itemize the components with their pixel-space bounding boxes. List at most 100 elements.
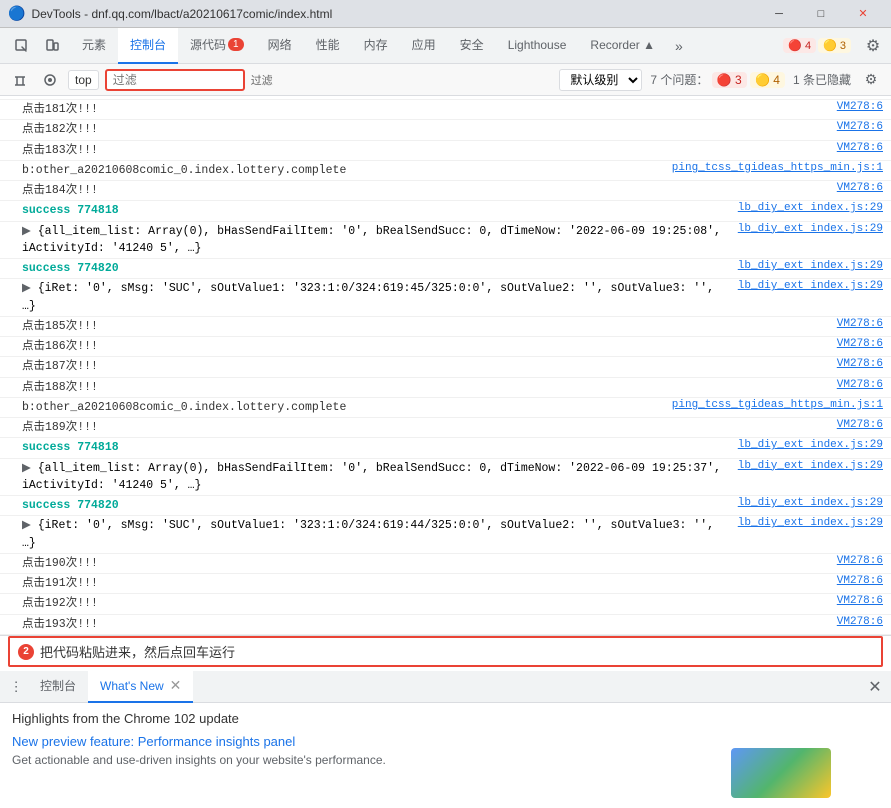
- context-selector[interactable]: top: [68, 70, 99, 90]
- console-row-link[interactable]: VM278:6: [829, 318, 883, 330]
- table-row: ▶ {all_item_list: Array(0), bHasSendFail…: [0, 222, 891, 260]
- issues-badge[interactable]: 🔴 4 🟡 3: [777, 36, 857, 55]
- console-row-link[interactable]: VM278:6: [829, 101, 883, 113]
- empty-arrow: [8, 399, 22, 401]
- console-row-link[interactable]: ping_tcss_tgideas_https_min.js:1: [664, 162, 883, 174]
- console-row-text: success 774818: [22, 439, 730, 456]
- nav-tabs: 元素 控制台 源代码 1 网络 性能 内存 应用 安全 Lighthouse R…: [70, 28, 691, 64]
- table-row: b:other_a20210608comic_0.index.lottery.c…: [0, 161, 891, 181]
- tab-application[interactable]: 应用: [400, 28, 448, 64]
- console-row-text: 点击188次!!!: [22, 379, 829, 396]
- console-hint: 把代码粘贴进来，然后点回车运行: [40, 642, 235, 661]
- titlebar: 🔵 DevTools - dnf.qq.com/lbact/a20210617c…: [0, 0, 891, 28]
- table-row: b:other_a20210608comic_0.index.lottery.c…: [0, 398, 891, 418]
- console-row-text: 点击187次!!!: [22, 358, 829, 375]
- feature-link[interactable]: New preview feature: Performance insight…: [12, 734, 879, 749]
- close-button[interactable]: ✕: [843, 0, 883, 28]
- bottom-tab-whatsnew[interactable]: What's New ✕: [88, 671, 193, 703]
- empty-arrow: [8, 555, 22, 557]
- empty-arrow: [8, 162, 22, 164]
- console-settings-button[interactable]: [38, 68, 62, 92]
- console-row-link[interactable]: lb_diy_ext index.js:29: [730, 260, 883, 272]
- console-row-link[interactable]: lb_diy_ext index.js:29: [730, 202, 883, 214]
- console-row-link[interactable]: VM278:6: [829, 358, 883, 370]
- tab-sources[interactable]: 源代码 1: [178, 28, 256, 64]
- console-row-link[interactable]: ping_tcss_tgideas_https_min.js:1: [664, 399, 883, 411]
- console-row-text: 点击184次!!!: [22, 182, 829, 199]
- titlebar-title: DevTools - dnf.qq.com/lbact/a20210617com…: [31, 7, 753, 21]
- table-row: 点击181次!!!VM278:6: [0, 100, 891, 120]
- console-row-link[interactable]: lb_diy_ext index.js:29: [730, 517, 883, 529]
- console-row-link[interactable]: lb_diy_ext index.js:29: [730, 439, 883, 451]
- more-tabs-button[interactable]: »: [667, 28, 691, 64]
- issues-red-count: 🔴 3: [712, 72, 747, 88]
- console-row-link[interactable]: lb_diy_ext index.js:29: [730, 280, 883, 292]
- table-row: 点击193次!!!VM278:6: [0, 615, 891, 635]
- table-row: 点击188次!!!VM278:6: [0, 378, 891, 398]
- console-row-text: 点击183次!!!: [22, 142, 829, 159]
- console-row-text: ▶ {iRet: '0', sMsg: 'SUC', sOutValue1: '…: [22, 280, 730, 315]
- console-row-text: success 774818: [22, 202, 730, 219]
- console-row-text: 点击191次!!!: [22, 575, 829, 592]
- empty-arrow: [8, 575, 22, 577]
- console-row-link[interactable]: VM278:6: [829, 338, 883, 350]
- expand-arrow[interactable]: [8, 460, 22, 462]
- console-row-link[interactable]: VM278:6: [829, 575, 883, 587]
- console-row-text: 点击189次!!!: [22, 419, 829, 436]
- console-row-link[interactable]: lb_diy_ext index.js:29: [730, 223, 883, 235]
- console-row-text: success 774820: [22, 260, 730, 277]
- console-filter-input[interactable]: [105, 69, 245, 91]
- tab-performance[interactable]: 性能: [304, 28, 352, 64]
- tab-lighthouse[interactable]: Lighthouse: [496, 28, 579, 64]
- bottom-menu-button[interactable]: ⋮: [4, 675, 28, 699]
- empty-arrow: [8, 182, 22, 184]
- empty-arrow: [8, 379, 22, 381]
- empty-arrow: [8, 358, 22, 360]
- console-row-link[interactable]: VM278:6: [829, 555, 883, 567]
- empty-arrow: [8, 318, 22, 320]
- console-row-link[interactable]: VM278:6: [829, 142, 883, 154]
- console-row-link[interactable]: VM278:6: [829, 182, 883, 194]
- table-row: ▶ {all_item_list: Array(0), bHasSendFail…: [0, 459, 891, 497]
- console-row-link[interactable]: lb_diy_ext index.js:29: [730, 460, 883, 472]
- expand-arrow[interactable]: [8, 517, 22, 519]
- console-row-text: 点击185次!!!: [22, 318, 829, 335]
- console-row-link[interactable]: VM278:6: [829, 379, 883, 391]
- table-row: 点击183次!!!VM278:6: [0, 141, 891, 161]
- tab-security[interactable]: 安全: [448, 28, 496, 64]
- minimize-button[interactable]: ─: [759, 0, 799, 28]
- table-row: success 774820lb_diy_ext index.js:29: [0, 496, 891, 516]
- tab-console[interactable]: 控制台: [118, 28, 178, 64]
- table-row: 点击192次!!!VM278:6: [0, 594, 891, 614]
- console-row-text: b:other_a20210608comic_0.index.lottery.c…: [22, 162, 664, 179]
- empty-arrow: [8, 121, 22, 123]
- inspect-icon[interactable]: [8, 32, 36, 60]
- tab-network[interactable]: 网络: [256, 28, 304, 64]
- tab-memory[interactable]: 内存: [352, 28, 400, 64]
- expand-arrow[interactable]: [8, 280, 22, 282]
- empty-arrow: [8, 338, 22, 340]
- toolbar-right: 默认级别 7 个问题： 🔴 3 🟡 4 1 条已隐藏 ⚙: [559, 68, 883, 92]
- console-row-link[interactable]: VM278:6: [829, 595, 883, 607]
- console-row-link[interactable]: lb_diy_ext index.js:29: [730, 497, 883, 509]
- tab-elements[interactable]: 元素: [70, 28, 118, 64]
- console-gear-button[interactable]: ⚙: [859, 68, 883, 92]
- bottom-tab-console[interactable]: 控制台: [28, 671, 88, 703]
- console-row-link[interactable]: VM278:6: [829, 121, 883, 133]
- console-row-link[interactable]: VM278:6: [829, 419, 883, 431]
- log-level-select[interactable]: 默认级别: [559, 69, 642, 91]
- table-row: success 774818lb_diy_ext index.js:29: [0, 438, 891, 458]
- maximize-button[interactable]: □: [801, 0, 841, 28]
- settings-button[interactable]: ⚙: [859, 32, 887, 60]
- table-row: 点击191次!!!VM278:6: [0, 574, 891, 594]
- close-bottom-panel-button[interactable]: ✕: [863, 675, 887, 699]
- device-icon[interactable]: [38, 32, 66, 60]
- bottom-tabs: ⋮ 控制台 What's New ✕ ✕: [0, 671, 891, 703]
- issues-yellow-count: 🟡 4: [750, 72, 785, 88]
- table-row: 点击187次!!!VM278:6: [0, 357, 891, 377]
- close-tab-icon[interactable]: ✕: [170, 677, 182, 694]
- expand-arrow[interactable]: [8, 223, 22, 225]
- console-row-link[interactable]: VM278:6: [829, 616, 883, 628]
- clear-console-button[interactable]: [8, 68, 32, 92]
- tab-recorder[interactable]: Recorder ▲: [578, 28, 667, 64]
